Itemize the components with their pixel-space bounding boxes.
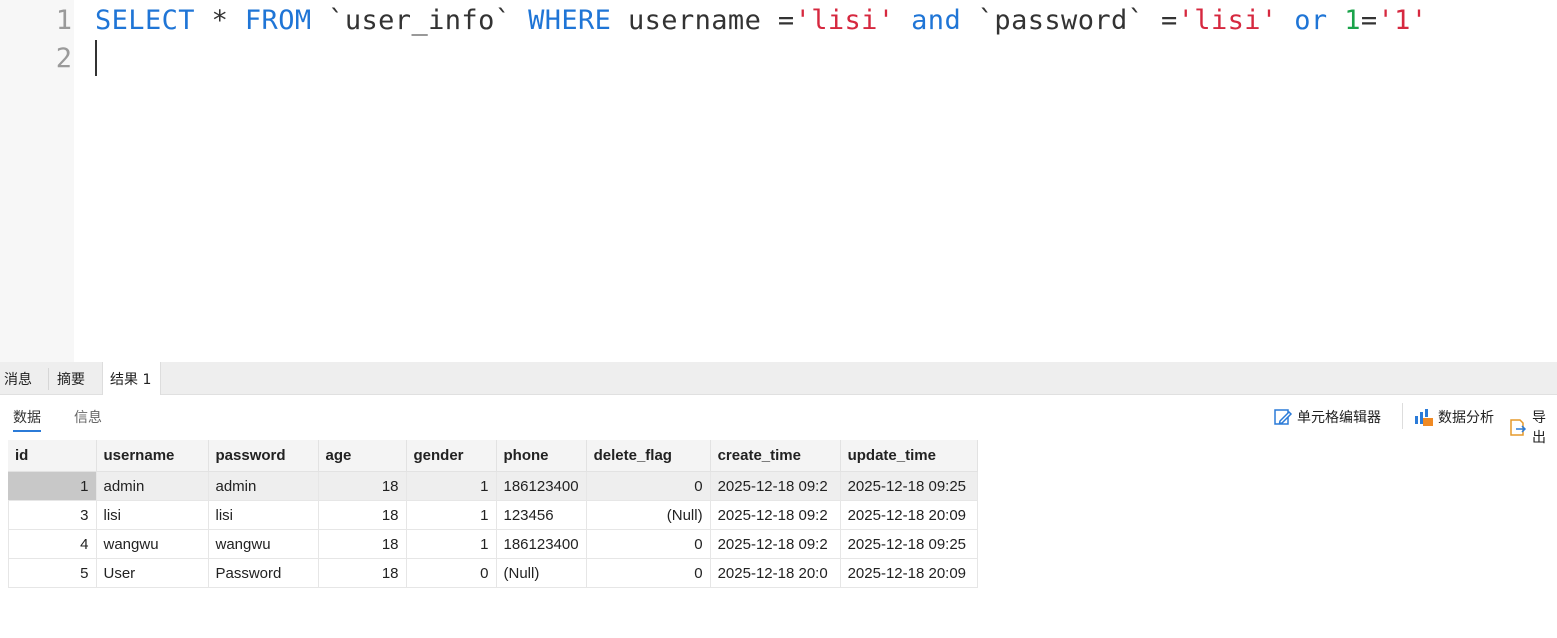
sql-token-text: `password` = bbox=[961, 5, 1178, 36]
column-header-delete-flag[interactable]: delete_flag bbox=[586, 440, 711, 472]
sql-token-str: 'lisi' bbox=[794, 5, 895, 36]
text-caret bbox=[95, 40, 97, 76]
cell-gender[interactable]: 1 bbox=[406, 500, 497, 530]
cell-password[interactable]: wangwu bbox=[208, 529, 319, 559]
cell-id[interactable]: 1 bbox=[8, 471, 97, 501]
tab-result-1[interactable]: 结果 1 bbox=[102, 362, 161, 395]
column-header-id[interactable]: id bbox=[8, 440, 97, 472]
cell-username[interactable]: wangwu bbox=[96, 529, 209, 559]
line-number: 2 bbox=[55, 43, 72, 74]
column-header-create-time[interactable]: create_time bbox=[710, 440, 841, 472]
cell-id[interactable]: 4 bbox=[8, 529, 97, 559]
result-tabs-bar: 消息 摘要 结果 1 bbox=[0, 362, 1557, 395]
sql-token-text bbox=[895, 5, 912, 36]
column-header-gender[interactable]: gender bbox=[406, 440, 497, 472]
sql-token-text: = bbox=[1360, 5, 1378, 36]
cell-username[interactable]: User bbox=[96, 558, 209, 588]
column-header-age[interactable]: age bbox=[318, 440, 407, 472]
cell-update-time[interactable]: 2025-12-18 20:09 bbox=[840, 558, 978, 588]
cell-age[interactable]: 18 bbox=[318, 500, 407, 530]
sql-token-text: `user_info` bbox=[311, 5, 529, 36]
result-toolbar: 数据 信息 单元格编辑器 数据分析 导出 bbox=[0, 395, 1557, 446]
cell-editor-button[interactable]: 单元格编辑器 bbox=[1273, 407, 1381, 427]
analysis-chart-icon bbox=[1413, 407, 1434, 427]
cell-phone[interactable]: 186123400 bbox=[496, 529, 587, 559]
sql-token-str: 'lisi' bbox=[1177, 5, 1278, 36]
cell-age[interactable]: 18 bbox=[318, 529, 407, 559]
result-grid: id username password age gender phone de… bbox=[8, 440, 978, 588]
subtab-data[interactable]: 数据 bbox=[13, 407, 41, 432]
tab-divider bbox=[48, 368, 49, 390]
cell-username[interactable]: lisi bbox=[96, 500, 209, 530]
cell-id[interactable]: 5 bbox=[8, 558, 97, 588]
cell-phone-null[interactable]: (Null) bbox=[496, 558, 587, 588]
sql-editor[interactable]: 1 2 SELECT * FROM `user_info` WHERE user… bbox=[0, 0, 1557, 362]
cell-update-time[interactable]: 2025-12-18 09:25 bbox=[840, 471, 978, 501]
export-label: 导出 bbox=[1532, 410, 1546, 446]
cell-gender[interactable]: 1 bbox=[406, 471, 497, 501]
column-header-username[interactable]: username bbox=[96, 440, 209, 472]
cell-phone[interactable]: 186123400 bbox=[496, 471, 587, 501]
cell-update-time[interactable]: 2025-12-18 09:25 bbox=[840, 529, 978, 559]
cell-delete-flag-null[interactable]: (Null) bbox=[586, 500, 711, 530]
cell-update-time[interactable]: 2025-12-18 20:09 bbox=[840, 500, 978, 530]
export-button[interactable]: 导出 bbox=[1508, 407, 1557, 447]
cell-delete-flag[interactable]: 0 bbox=[586, 471, 711, 501]
cell-phone[interactable]: 123456 bbox=[496, 500, 587, 530]
sql-token-text: * bbox=[194, 5, 245, 36]
data-analysis-button[interactable]: 数据分析 bbox=[1413, 407, 1494, 427]
cell-create-time[interactable]: 2025-12-18 20:0 bbox=[710, 558, 841, 588]
sql-token-str: '1' bbox=[1377, 5, 1428, 36]
sql-token-kw: or bbox=[1294, 5, 1328, 36]
sql-token-kw: WHERE bbox=[528, 5, 612, 36]
table-row[interactable]: 5 User Password 18 0 (Null) 0 2025-12-18… bbox=[8, 558, 978, 588]
cell-age[interactable]: 18 bbox=[318, 471, 407, 501]
table-row[interactable]: 3 lisi lisi 18 1 123456 (Null) 2025-12-1… bbox=[8, 500, 978, 530]
cell-password[interactable]: admin bbox=[208, 471, 319, 501]
sql-token-kw: SELECT bbox=[95, 5, 195, 36]
cell-delete-flag[interactable]: 0 bbox=[586, 529, 711, 559]
sql-token-text bbox=[1278, 5, 1295, 36]
pencil-icon bbox=[1273, 407, 1293, 427]
cell-editor-label: 单元格编辑器 bbox=[1297, 410, 1381, 426]
export-icon bbox=[1508, 417, 1528, 437]
tab-summary[interactable]: 摘要 bbox=[55, 362, 87, 394]
column-header-password[interactable]: password bbox=[208, 440, 319, 472]
cell-gender[interactable]: 0 bbox=[406, 558, 497, 588]
table-row[interactable]: 4 wangwu wangwu 18 1 186123400 0 2025-12… bbox=[8, 529, 978, 559]
column-header-update-time[interactable]: update_time bbox=[840, 440, 978, 472]
table-row[interactable]: 1 admin admin 18 1 186123400 0 2025-12-1… bbox=[8, 471, 978, 501]
tab-messages[interactable]: 消息 bbox=[2, 362, 34, 394]
sql-code-line[interactable]: SELECT * FROM `user_info` WHERE username… bbox=[95, 2, 1428, 40]
subtab-info[interactable]: 信息 bbox=[74, 407, 102, 427]
cell-create-time[interactable]: 2025-12-18 09:2 bbox=[710, 500, 841, 530]
grid-header-row: id username password age gender phone de… bbox=[8, 440, 978, 472]
sql-token-text: username = bbox=[611, 5, 795, 36]
cell-password[interactable]: Password bbox=[208, 558, 319, 588]
cell-password[interactable]: lisi bbox=[208, 500, 319, 530]
cell-create-time[interactable]: 2025-12-18 09:2 bbox=[710, 471, 841, 501]
sql-token-num: 1 bbox=[1344, 5, 1361, 36]
cell-username[interactable]: admin bbox=[96, 471, 209, 501]
cell-id[interactable]: 3 bbox=[8, 500, 97, 530]
cell-gender[interactable]: 1 bbox=[406, 529, 497, 559]
sql-token-text bbox=[1328, 5, 1345, 36]
column-header-phone[interactable]: phone bbox=[496, 440, 587, 472]
cell-delete-flag[interactable]: 0 bbox=[586, 558, 711, 588]
toolbar-divider bbox=[1402, 403, 1403, 429]
data-analysis-label: 数据分析 bbox=[1438, 410, 1494, 426]
cell-age[interactable]: 18 bbox=[318, 558, 407, 588]
sql-token-kw: FROM bbox=[244, 5, 312, 36]
cell-create-time[interactable]: 2025-12-18 09:2 bbox=[710, 529, 841, 559]
line-number: 1 bbox=[55, 5, 72, 36]
sql-token-kw: and bbox=[911, 5, 962, 36]
line-number-gutter: 1 2 bbox=[0, 0, 74, 362]
